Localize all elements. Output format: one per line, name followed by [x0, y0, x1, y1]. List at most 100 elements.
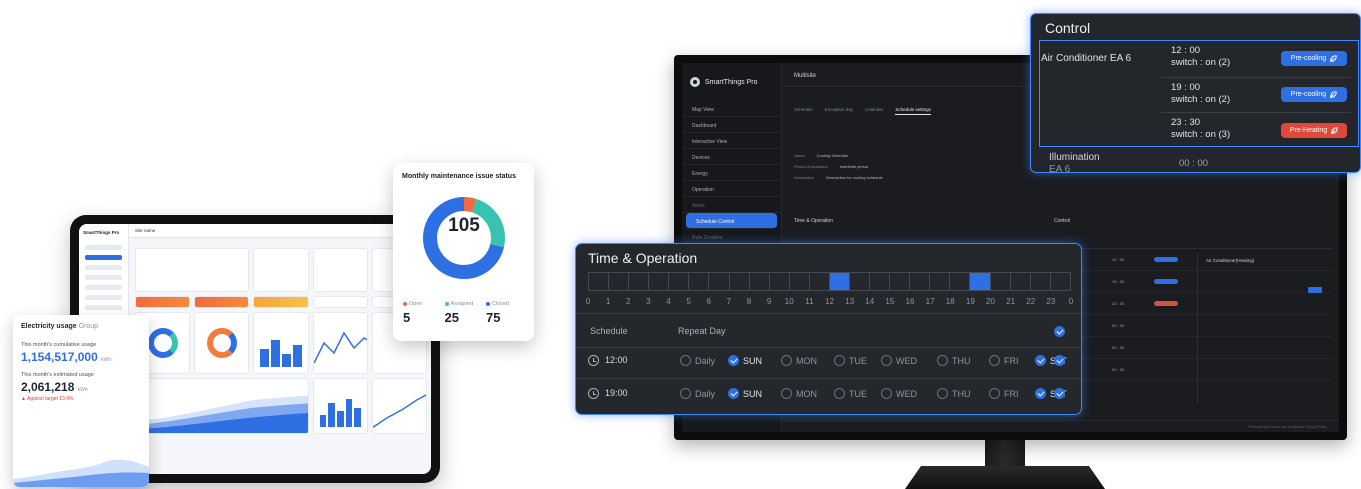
- hour-slot[interactable]: [629, 273, 650, 290]
- tablet-donut-widget[interactable]: [194, 312, 250, 374]
- day-checkbox-checked[interactable]: [1035, 355, 1046, 366]
- day-option-mon[interactable]: MON: [781, 355, 817, 366]
- day-checkbox-checked[interactable]: [728, 388, 739, 399]
- hour-slot[interactable]: [950, 273, 971, 290]
- row-checkbox[interactable]: [1054, 355, 1065, 366]
- day-option-sun[interactable]: SUN: [728, 388, 762, 399]
- day-checkbox[interactable]: [937, 355, 948, 366]
- hour-slot-active[interactable]: [829, 273, 851, 290]
- tab-calendar[interactable]: Calendar: [865, 107, 883, 115]
- tablet-bar-widget[interactable]: [312, 378, 368, 434]
- nav-item-schedule-control[interactable]: Schedule Control: [686, 213, 777, 229]
- hour-slot[interactable]: [850, 273, 871, 290]
- hour-slot[interactable]: [1011, 273, 1031, 290]
- hour-slot[interactable]: [709, 273, 730, 290]
- day-checkbox-checked[interactable]: [1035, 388, 1046, 399]
- day-checkbox[interactable]: [781, 388, 792, 399]
- day-checkbox-checked[interactable]: [728, 355, 739, 366]
- tablet-widget[interactable]: [135, 248, 250, 292]
- pre-heating-button[interactable]: Pre-Heating: [1281, 123, 1347, 138]
- nav-item-operation[interactable]: Operation: [682, 181, 781, 197]
- hour-slot[interactable]: [910, 273, 931, 290]
- hour-slot[interactable]: [589, 273, 610, 290]
- day-checkbox[interactable]: [989, 388, 1000, 399]
- hour-axis: 0 1 2 3 4 5 6 7 8 9 10 11 12 13 14 15 16 17 18 19 20 21 22 23 0: [584, 297, 1075, 307]
- tablet-nav-item[interactable]: [85, 275, 122, 280]
- day-checkbox[interactable]: [937, 388, 948, 399]
- tablet-alert-strip[interactable]: [194, 296, 250, 308]
- day-checkbox[interactable]: [881, 388, 892, 399]
- day-option-daily[interactable]: Daily: [680, 388, 715, 399]
- tablet-nav-item[interactable]: [85, 245, 122, 250]
- hour-slot[interactable]: [890, 273, 911, 290]
- hour-slot[interactable]: [930, 273, 951, 290]
- tablet-nav-item[interactable]: [85, 295, 122, 300]
- tablet-line-widget[interactable]: [371, 378, 427, 434]
- row-checkbox[interactable]: [1054, 388, 1065, 399]
- hour-slot[interactable]: [609, 273, 630, 290]
- hour-slot[interactable]: [991, 273, 1011, 290]
- pre-cooling-button[interactable]: Pre-cooling: [1281, 87, 1347, 102]
- tablet-nav-item[interactable]: [85, 305, 122, 310]
- usage-area-chart: [13, 459, 149, 487]
- day-option-mon[interactable]: MON: [781, 388, 817, 399]
- tablet-nav-item-active[interactable]: [85, 255, 122, 260]
- hour-slot[interactable]: [870, 273, 891, 290]
- day-checkbox[interactable]: [834, 355, 845, 366]
- tab-schedule[interactable]: Schedule: [794, 107, 813, 115]
- nav-item-map-view[interactable]: Map View: [682, 101, 781, 117]
- tablet-widget[interactable]: [253, 248, 309, 292]
- tablet-alert-strip[interactable]: [253, 296, 309, 308]
- tablet-widget[interactable]: [312, 296, 368, 308]
- tablet-widget[interactable]: [312, 248, 368, 292]
- day-option-fri[interactable]: FRI: [989, 355, 1019, 366]
- hour-slot[interactable]: [689, 273, 710, 290]
- hour-tick-label: 7: [726, 297, 732, 306]
- tablet-nav-item[interactable]: [85, 285, 122, 290]
- hour-slot[interactable]: [669, 273, 690, 290]
- hour-slot[interactable]: [730, 273, 750, 290]
- pre-cooling-button[interactable]: Pre-cooling: [1281, 51, 1347, 66]
- day-checkbox[interactable]: [834, 388, 845, 399]
- electricity-group[interactable]: Group: [79, 323, 98, 330]
- day-option-daily[interactable]: Daily: [680, 355, 715, 366]
- day-option-wed[interactable]: WED: [881, 388, 917, 399]
- tab-exception-day[interactable]: Exception day: [825, 107, 853, 115]
- hour-slot[interactable]: [649, 273, 670, 290]
- hour-slot[interactable]: [770, 273, 790, 290]
- day-option-thu[interactable]: THU: [937, 355, 971, 366]
- day-option-wed[interactable]: WED: [881, 355, 917, 366]
- tablet-line-widget[interactable]: [312, 312, 368, 374]
- hour-slot[interactable]: [790, 273, 810, 290]
- tablet-area-widget[interactable]: [135, 378, 309, 434]
- day-option-tue[interactable]: TUE: [834, 355, 867, 366]
- day-checkbox[interactable]: [881, 355, 892, 366]
- hour-slot[interactable]: [750, 273, 770, 290]
- nav-item-alerts[interactable]: Alerts: [682, 197, 781, 213]
- tablet-bar-widget[interactable]: [253, 312, 309, 374]
- hour-slot[interactable]: [810, 273, 830, 290]
- day-checkbox[interactable]: [680, 355, 691, 366]
- day-option-sun[interactable]: SUN: [728, 355, 762, 366]
- hour-slot[interactable]: [1051, 273, 1070, 290]
- hour-slot[interactable]: [1031, 273, 1051, 290]
- day-checkbox[interactable]: [680, 388, 691, 399]
- select-all-checkbox[interactable]: [1054, 326, 1065, 337]
- hour-slot-bar[interactable]: [588, 272, 1071, 291]
- nav-item-energy[interactable]: Energy: [682, 165, 781, 181]
- nav-item-dashboard[interactable]: Dashboard: [682, 117, 781, 133]
- tablet-alert-strip[interactable]: [135, 296, 191, 308]
- schedule-time[interactable]: 12:00: [605, 355, 628, 365]
- day-checkbox[interactable]: [989, 355, 1000, 366]
- apply-button[interactable]: [1308, 287, 1322, 293]
- day-checkbox[interactable]: [781, 355, 792, 366]
- tab-schedule-settings[interactable]: Schedule settings: [895, 107, 931, 115]
- nav-item-devices[interactable]: Devices: [682, 149, 781, 165]
- nav-item-interactive-view[interactable]: Interactive View: [682, 133, 781, 149]
- hour-slot-active[interactable]: [970, 273, 991, 290]
- day-option-fri[interactable]: FRI: [989, 388, 1019, 399]
- tablet-nav-item[interactable]: [85, 265, 122, 270]
- day-option-thu[interactable]: THU: [937, 388, 971, 399]
- schedule-time[interactable]: 19:00: [605, 388, 628, 398]
- day-option-tue[interactable]: TUE: [834, 388, 867, 399]
